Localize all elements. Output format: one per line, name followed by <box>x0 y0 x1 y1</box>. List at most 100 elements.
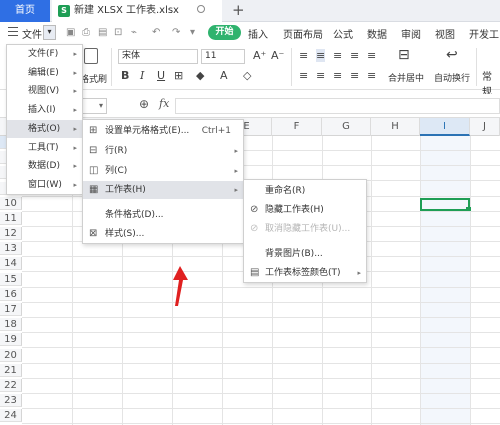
menu-item-background-image[interactable]: 背景图片(B)... <box>244 245 366 263</box>
spreadsheet-icon: S <box>58 5 70 17</box>
row-header-18[interactable]: 18 <box>0 318 22 331</box>
insert-function-button[interactable]: fx <box>159 97 169 110</box>
menu-item-rename[interactable]: 重命名(R) <box>244 182 366 200</box>
tab-review[interactable]: 审阅 <box>401 26 421 41</box>
row-header-15[interactable]: 15 <box>0 273 22 286</box>
tab-data[interactable]: 数据 <box>367 26 387 41</box>
tab-view[interactable]: 视图 <box>435 26 455 41</box>
align-bottom-icon[interactable]: ≡ <box>333 49 342 62</box>
menu-item-label: 工作表(H) <box>105 185 146 195</box>
menu-item-window[interactable]: 窗口(W) ▸ <box>7 176 82 194</box>
undo-icon[interactable]: ↶ <box>152 27 160 38</box>
row-header-12[interactable]: 12 <box>0 227 22 240</box>
customize-quick-access-icon[interactable]: ▾ <box>190 27 195 38</box>
menu-item-label: 数据(D) <box>28 161 60 171</box>
menu-item-label: 窗口(W) <box>28 180 62 190</box>
menu-item-edit[interactable]: 编辑(E) ▸ <box>7 64 82 82</box>
tab-document[interactable]: S 新建 XLSX 工作表.xlsx <box>52 0 222 22</box>
formula-input[interactable] <box>175 98 500 114</box>
redo-icon[interactable]: ↷ <box>172 27 180 38</box>
save-icon[interactable]: ▣ <box>66 27 75 38</box>
format-painter-button[interactable]: 格式刷 <box>80 72 107 85</box>
eye-slash-icon: ⊘ <box>250 223 259 234</box>
font-color-icon[interactable]: A <box>220 69 228 82</box>
orientation-icon[interactable]: ≡ <box>350 49 359 62</box>
menu-item-conditional-format[interactable]: 条件格式(D)... <box>83 206 243 224</box>
chevron-down-icon[interactable]: ▾ <box>99 101 103 110</box>
tab-page-layout[interactable]: 页面布局 <box>283 26 323 41</box>
align-right-icon[interactable]: ≡ <box>333 69 342 82</box>
justify-icon[interactable]: ≡ <box>350 69 359 82</box>
column-header-f[interactable]: F <box>272 118 322 136</box>
tab-unsaved-dot-icon[interactable] <box>197 5 205 13</box>
menu-item-file[interactable]: 文件(F) ▸ <box>7 45 82 63</box>
file-dropdown-button[interactable]: ▾ <box>43 25 56 40</box>
row-header-17[interactable]: 17 <box>0 303 22 316</box>
tab-start[interactable]: 开始 <box>208 25 241 40</box>
menu-item-label: 背景图片(B)... <box>265 249 323 259</box>
active-cell[interactable] <box>420 198 471 212</box>
row-header-19[interactable]: 19 <box>0 333 22 346</box>
row-header-21[interactable]: 21 <box>0 364 22 377</box>
row-header-20[interactable]: 20 <box>0 349 22 362</box>
menu-item-row[interactable]: ⊟ 行(R) ▸ <box>83 142 243 160</box>
column-header-i[interactable]: I <box>420 118 470 136</box>
row-header-11[interactable]: 11 <box>0 212 22 225</box>
column-header-g[interactable]: G <box>322 118 371 136</box>
row-header-10[interactable]: 10 <box>0 197 22 210</box>
menu-item-format[interactable]: 格式(O) ▸ <box>7 120 82 138</box>
menu-item-data[interactable]: 数据(D) ▸ <box>7 157 82 175</box>
distributed-icon[interactable]: ≡ <box>367 69 376 82</box>
tab-formulas[interactable]: 公式 <box>333 26 353 41</box>
align-left-icon[interactable]: ≡ <box>299 69 308 82</box>
menu-item-column[interactable]: ◫ 列(C) ▸ <box>83 162 243 180</box>
column-header-j[interactable]: J <box>470 118 500 136</box>
row-icon: ⊟ <box>89 145 98 156</box>
merge-center-button[interactable]: 合并居中 <box>388 71 424 84</box>
zoom-search-icon[interactable]: ⊕ <box>139 97 149 111</box>
menu-item-hide-sheet[interactable]: ⊘ 隐藏工作表(H) <box>244 201 366 219</box>
wrap-text-icon[interactable]: ↩ <box>446 47 458 63</box>
increase-font-icon[interactable]: A⁺ <box>253 49 266 62</box>
font-size-select[interactable]: 11 <box>201 49 245 64</box>
column-header-h[interactable]: H <box>371 118 420 136</box>
align-middle-icon[interactable]: ≡ <box>316 49 326 62</box>
border-icon[interactable]: ⊞ <box>174 69 183 82</box>
row-header-13[interactable]: 13 <box>0 242 22 255</box>
menu-item-worksheet[interactable]: ▦ 工作表(H) ▸ <box>83 181 243 199</box>
clear-format-icon[interactable]: ◇ <box>243 69 251 82</box>
export-pdf-icon[interactable]: ▤ <box>98 27 107 38</box>
indent-icon[interactable]: ≡ <box>367 49 376 62</box>
hamburger-icon[interactable] <box>8 27 18 37</box>
row-header-16[interactable]: 16 <box>0 288 22 301</box>
row-header-22[interactable]: 22 <box>0 379 22 392</box>
menu-item-format-cells[interactable]: ⊞ 设置单元格格式(E)... Ctrl+1 <box>83 122 243 140</box>
new-tab-button[interactable]: + <box>232 0 245 20</box>
font-name-select[interactable]: 宋体 <box>118 49 198 64</box>
tab-insert[interactable]: 插入 <box>248 26 268 41</box>
format-painter-icon[interactable] <box>84 48 98 64</box>
wrap-text-button[interactable]: 自动换行 <box>434 71 470 84</box>
menu-bar: 文件 ▾ ▣ ⎙ ▤ ⊡ ⌁ ↶ ↷ ▾ 开始 插入 页面布局 公式 数据 审阅… <box>0 22 500 56</box>
menu-item-insert[interactable]: 插入(I) ▸ <box>7 101 82 119</box>
underline-button[interactable]: U <box>157 69 165 82</box>
format-brush-quick-icon[interactable]: ⌁ <box>131 27 137 38</box>
tab-home[interactable]: 首页 <box>0 0 50 22</box>
print-icon[interactable]: ⎙ <box>82 27 90 38</box>
menu-item-styles[interactable]: ⊠ 样式(S)... <box>83 225 243 243</box>
bold-button[interactable]: B <box>121 69 129 82</box>
menu-item-tools[interactable]: 工具(T) ▸ <box>7 139 82 157</box>
fill-color-icon[interactable]: ◆ <box>196 69 204 82</box>
menu-item-view[interactable]: 视图(V) ▸ <box>7 82 82 100</box>
print-preview-icon[interactable]: ⊡ <box>114 27 122 38</box>
row-header-23[interactable]: 23 <box>0 394 22 407</box>
file-menu-button[interactable]: 文件 <box>22 26 42 41</box>
decrease-font-icon[interactable]: A⁻ <box>271 49 284 62</box>
align-top-icon[interactable]: ≡ <box>299 49 308 62</box>
italic-button[interactable]: I <box>140 69 144 82</box>
align-center-icon[interactable]: ≡ <box>316 69 325 82</box>
menu-item-tab-color[interactable]: ▤ 工作表标签颜色(T) ▸ <box>244 264 366 282</box>
row-header-14[interactable]: 14 <box>0 257 22 270</box>
row-header-24[interactable]: 24 <box>0 409 22 422</box>
merge-center-icon[interactable]: ⊟ <box>398 47 410 63</box>
